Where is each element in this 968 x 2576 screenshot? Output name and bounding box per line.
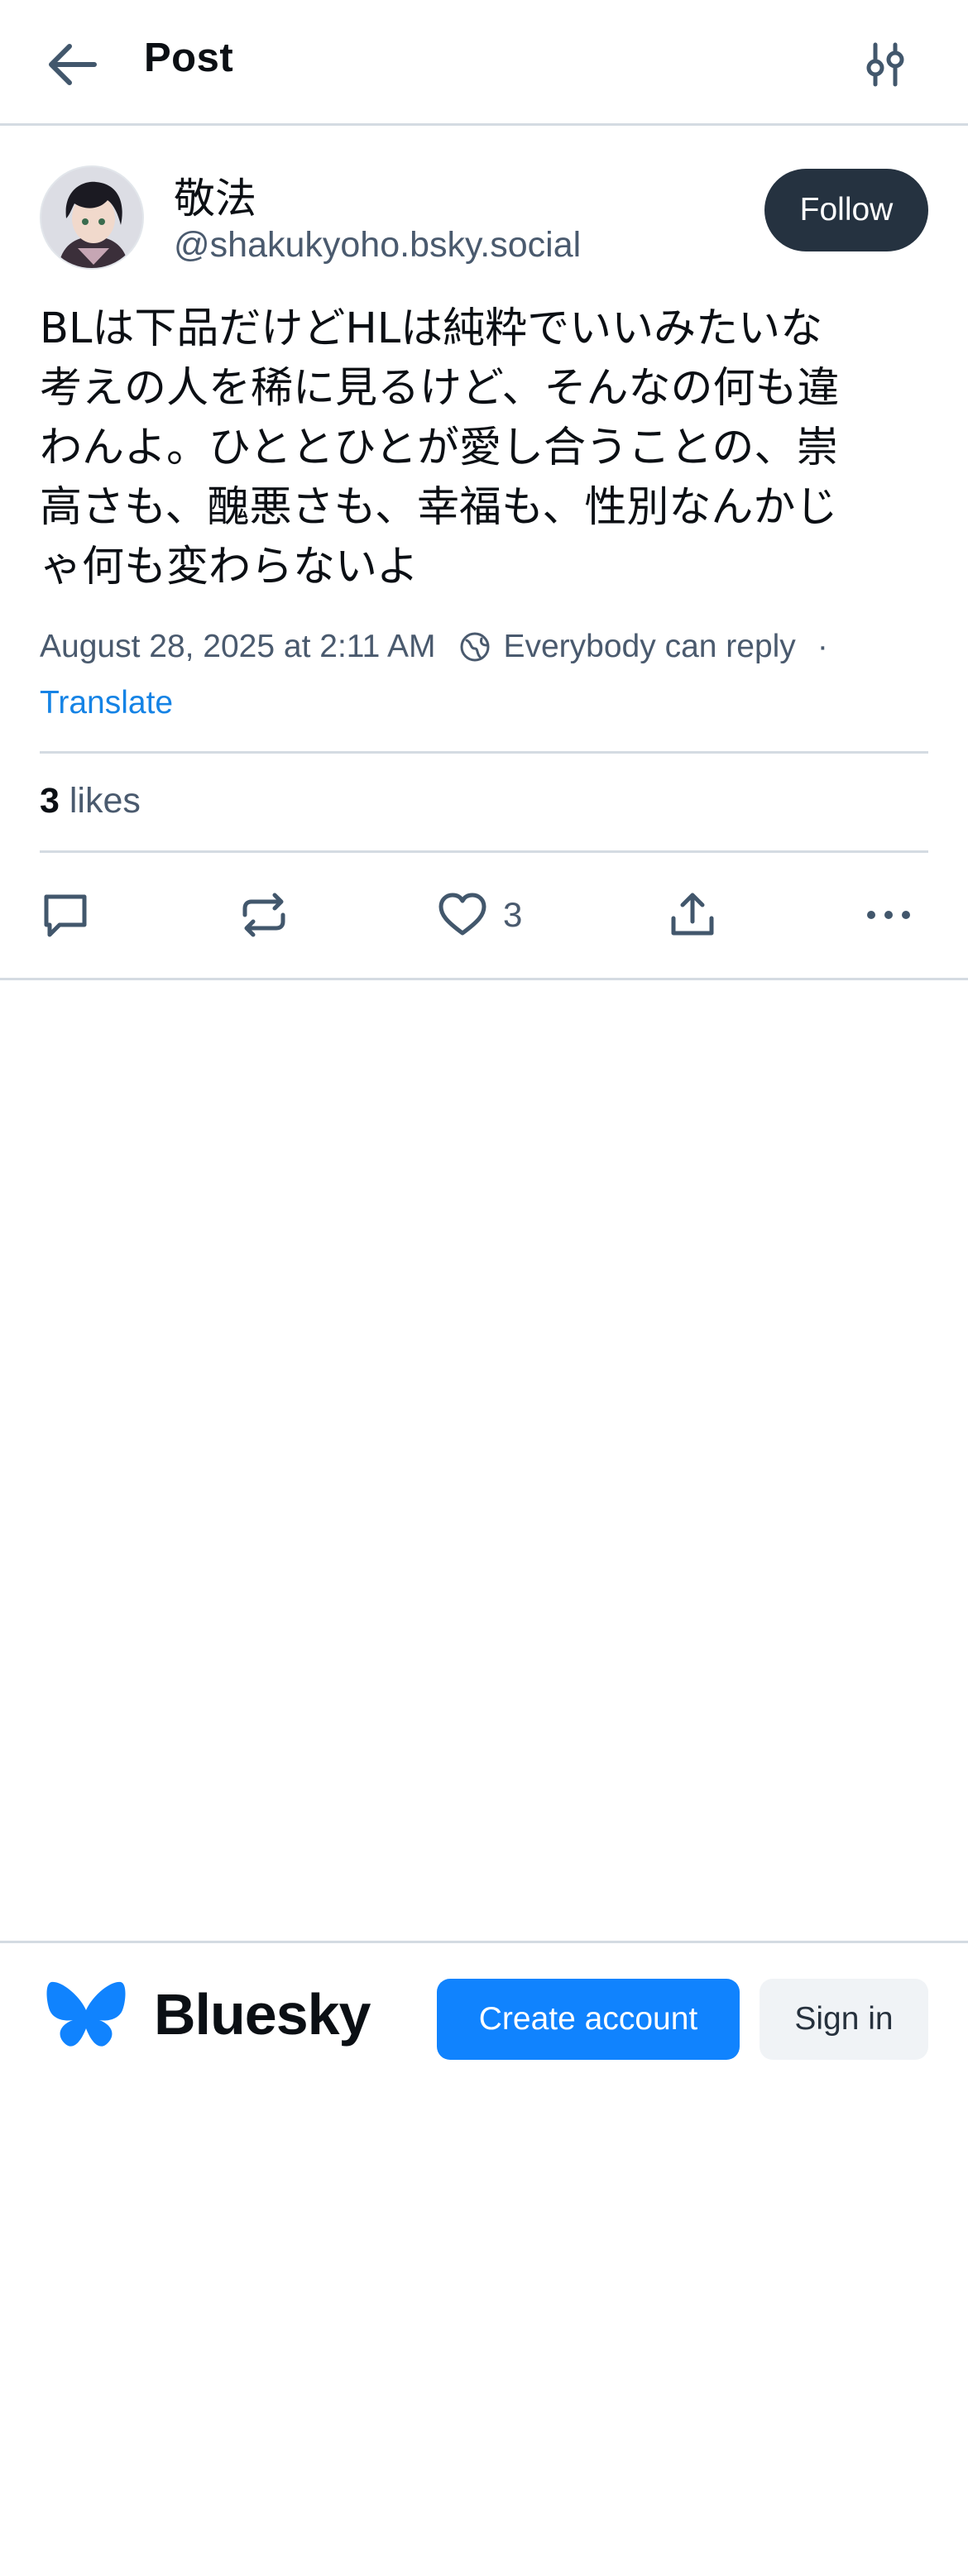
post-text: BLは下品だけどHLは純粋でいいみたいな 考えの人を稀に見るけど、そんなの何も違… — [40, 304, 840, 591]
sliders-icon[interactable] — [864, 41, 907, 88]
footer-divider — [0, 1941, 968, 1943]
repost-button[interactable] — [238, 888, 290, 941]
post-meta: August 28, 2025 at 2:11 AM Everybody can… — [40, 629, 828, 665]
top-bar: Post — [0, 0, 968, 126]
likes-number: 3 — [40, 781, 60, 821]
reply-setting[interactable]: Everybody can reply — [458, 629, 796, 665]
sign-in-button[interactable]: Sign in — [760, 1979, 928, 2060]
create-account-button[interactable]: Create account — [437, 1979, 740, 2060]
divider — [40, 850, 928, 853]
meta-separator: · — [817, 629, 828, 664]
share-button[interactable] — [667, 888, 718, 941]
likes-label: likes — [69, 781, 141, 821]
page-title: Post — [144, 36, 234, 80]
like-count: 3 — [503, 895, 523, 934]
heart-icon — [438, 893, 486, 936]
divider — [40, 751, 928, 754]
share-icon — [671, 893, 714, 936]
translate-link[interactable]: Translate — [40, 685, 173, 721]
likes-count[interactable]: 3 likes — [40, 781, 141, 821]
repost-icon — [242, 893, 285, 937]
post-bottom-divider — [0, 978, 968, 980]
author-handle[interactable]: @shakukyoho.bsky.social — [174, 225, 581, 266]
globe-icon — [460, 632, 490, 662]
brand-logo[interactable]: Bluesky — [45, 1977, 371, 2052]
more-icon — [867, 911, 910, 919]
comment-icon — [44, 894, 87, 937]
butterfly-icon — [46, 1981, 126, 2047]
arrow-left-icon[interactable] — [46, 40, 99, 89]
author-display-name[interactable]: 敬法 — [174, 165, 256, 225]
like-button[interactable]: 3 — [437, 888, 522, 941]
reply-button[interactable] — [40, 888, 91, 941]
post-timestamp[interactable]: August 28, 2025 at 2:11 AM — [40, 629, 435, 665]
follow-button[interactable]: Follow — [764, 169, 928, 251]
more-button[interactable] — [864, 888, 915, 941]
reply-setting-label: Everybody can reply — [503, 629, 796, 664]
brand-name: Bluesky — [154, 1982, 371, 2047]
avatar[interactable] — [40, 165, 144, 270]
